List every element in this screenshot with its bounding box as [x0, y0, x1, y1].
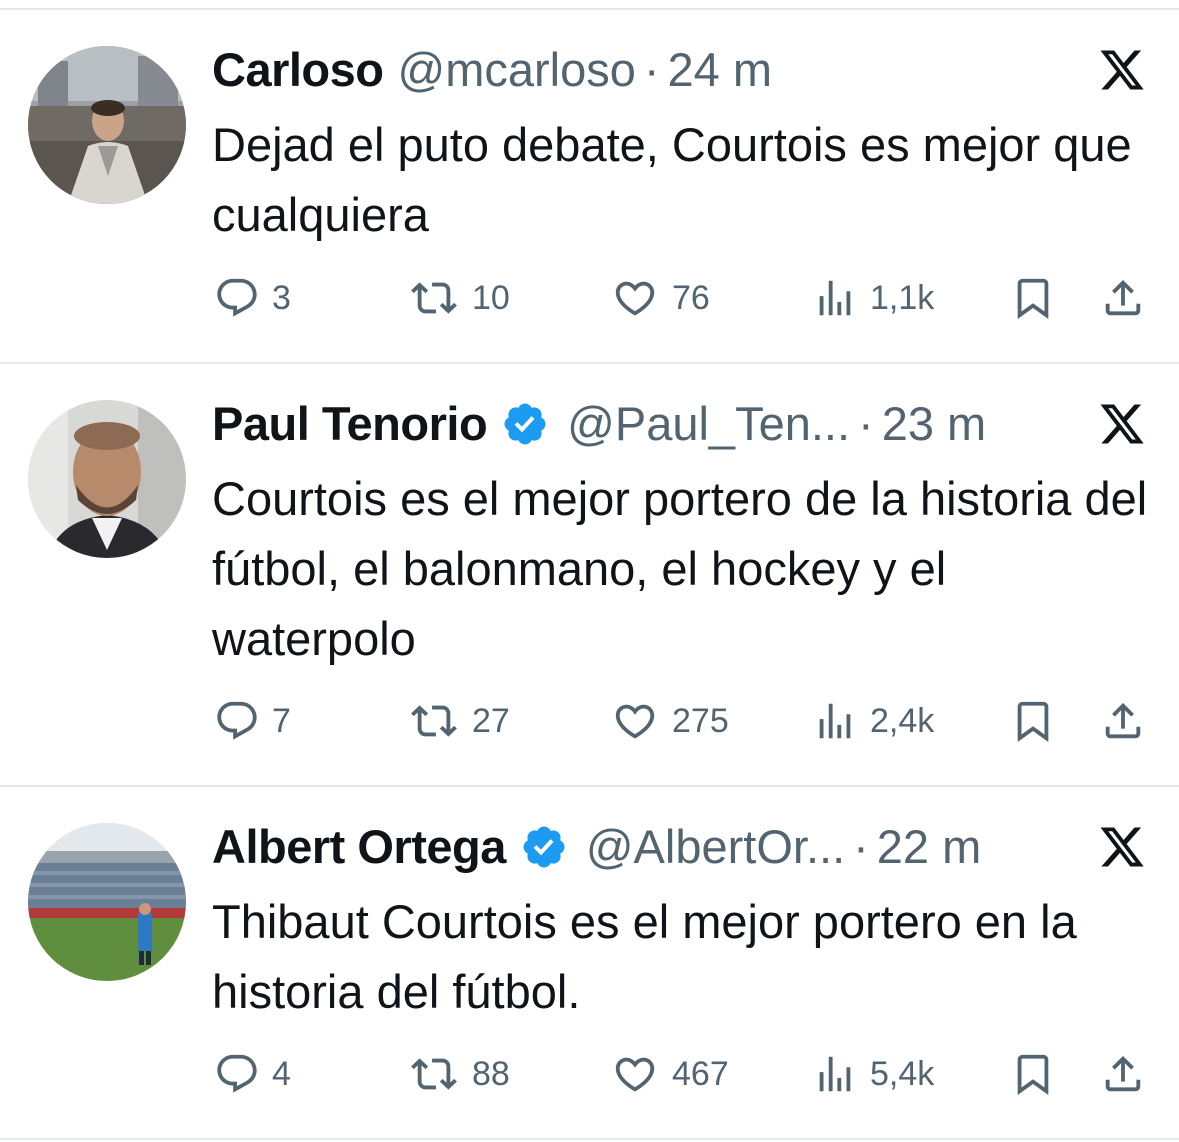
bookmark-button[interactable] [1010, 1049, 1056, 1099]
verified-badge-icon [523, 826, 565, 868]
display-name[interactable]: Albert Ortega [212, 817, 506, 877]
avatar[interactable] [28, 823, 186, 981]
like-button[interactable]: 76 [610, 273, 710, 323]
bookmark-button[interactable] [1010, 696, 1056, 746]
tweet-1[interactable]: Carloso @mcarloso · 24 m Dejad el puto d… [0, 40, 1179, 350]
x-logo-icon[interactable] [1097, 823, 1147, 871]
repost-icon [411, 1058, 457, 1090]
tweet-2[interactable]: Paul Tenorio @Paul_Ten... · 23 m Courtoi… [0, 394, 1179, 764]
repost-icon [411, 282, 457, 314]
repost-button[interactable]: 88 [408, 1049, 510, 1099]
reply-count: 7 [272, 701, 291, 740]
reply-icon [217, 701, 257, 740]
divider [0, 362, 1179, 364]
divider [0, 8, 1179, 10]
tweet-3[interactable]: Albert Ortega @AlbertOr... · 22 m Thibau… [0, 817, 1179, 1127]
repost-count: 10 [472, 278, 510, 317]
views-icon [819, 280, 851, 316]
heart-icon [615, 1057, 655, 1092]
bookmark-icon [1017, 1054, 1049, 1095]
like-count: 275 [672, 701, 729, 740]
tweet-header: Carloso @mcarloso · 24 m [212, 40, 772, 100]
handle[interactable]: @mcarloso [398, 40, 636, 100]
share-button[interactable] [1100, 273, 1146, 323]
views-icon [819, 703, 851, 739]
divider [0, 785, 1179, 787]
share-icon [1105, 702, 1141, 739]
avatar-photo-carloso [28, 46, 186, 204]
views-button[interactable]: 1,1k [812, 273, 934, 323]
reply-button[interactable]: 3 [214, 273, 291, 323]
timestamp[interactable]: 23 m [882, 394, 987, 454]
avatar[interactable] [28, 400, 186, 558]
separator-dot: · [858, 397, 874, 450]
action-bar: 3 10 76 1,1k [0, 273, 1179, 323]
heart-icon [615, 281, 655, 316]
display-name[interactable]: Paul Tenorio [212, 394, 488, 454]
share-button[interactable] [1100, 1049, 1146, 1099]
separator-dot: · [643, 43, 660, 96]
avatar-photo-paul-tenorio [28, 400, 186, 558]
action-bar: 4 88 467 5,4k [0, 1049, 1179, 1099]
views-button[interactable]: 2,4k [812, 696, 934, 746]
reply-button[interactable]: 7 [214, 696, 291, 746]
x-logo-icon[interactable] [1097, 400, 1147, 448]
repost-count: 88 [472, 1054, 510, 1093]
handle[interactable]: @AlbertOr... [586, 817, 845, 877]
repost-button[interactable]: 10 [408, 273, 510, 323]
repost-icon [411, 705, 457, 737]
like-count: 467 [672, 1054, 729, 1093]
divider [0, 1138, 1179, 1140]
bookmark-icon [1017, 701, 1049, 742]
separator-dot: · [853, 820, 869, 873]
avatar[interactable] [28, 46, 186, 204]
bookmark-button[interactable] [1010, 273, 1056, 323]
reply-button[interactable]: 4 [214, 1049, 291, 1099]
reply-icon [217, 1054, 257, 1093]
handle[interactable]: @Paul_Ten... [567, 394, 850, 454]
repost-button[interactable]: 27 [408, 696, 510, 746]
tweet-text: Courtois es el mejor portero de la histo… [212, 472, 1148, 665]
tweet-text: Dejad el puto debate, Courtois es mejor … [212, 118, 1132, 241]
views-button[interactable]: 5,4k [812, 1049, 934, 1099]
share-button[interactable] [1100, 696, 1146, 746]
verified-badge-icon [504, 403, 546, 445]
tweet-header: Albert Ortega @AlbertOr... · 22 m [212, 817, 981, 877]
views-count: 1,1k [870, 278, 935, 317]
like-count: 76 [672, 278, 710, 317]
tweet-text: Thibaut Courtois es el mejor portero en … [212, 895, 1077, 1018]
bookmark-icon [1017, 278, 1049, 319]
like-button[interactable]: 275 [610, 696, 729, 746]
views-icon [819, 1056, 851, 1092]
x-logo-icon[interactable] [1097, 46, 1147, 94]
repost-count: 27 [472, 701, 510, 740]
share-icon [1105, 279, 1141, 316]
action-bar: 7 27 275 2,4k [0, 696, 1179, 746]
heart-icon [615, 704, 655, 739]
views-count: 2,4k [870, 701, 935, 740]
timestamp[interactable]: 22 m [877, 817, 982, 877]
avatar-photo-albert-ortega [28, 823, 186, 981]
like-button[interactable]: 467 [610, 1049, 729, 1099]
reply-icon [217, 278, 257, 317]
tweet-header: Paul Tenorio @Paul_Ten... · 23 m [212, 394, 986, 454]
reply-count: 4 [272, 1054, 291, 1093]
views-count: 5,4k [870, 1054, 935, 1093]
timestamp[interactable]: 24 m [668, 40, 773, 100]
reply-count: 3 [272, 278, 291, 317]
display-name[interactable]: Carloso [212, 40, 384, 100]
share-icon [1105, 1055, 1141, 1092]
